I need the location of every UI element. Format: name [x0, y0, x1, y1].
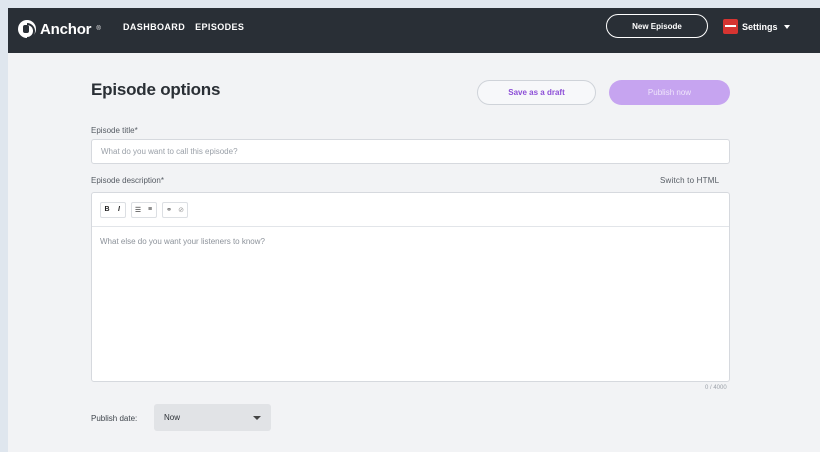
settings-label: Settings: [742, 21, 778, 32]
top-navigation-bar: Anchor ® DASHBOARD EPISODES New Episode …: [8, 8, 820, 53]
nav-dashboard[interactable]: DASHBOARD: [123, 22, 185, 32]
dropdown-arrow-icon: [253, 416, 261, 420]
bullet-list-icon[interactable]: ☰: [132, 203, 144, 217]
nav-episodes[interactable]: EPISODES: [195, 22, 244, 32]
chevron-down-icon: [783, 24, 790, 29]
main-nav: DASHBOARD EPISODES: [123, 22, 244, 32]
logo-text: Anchor: [40, 20, 92, 38]
description-placeholder[interactable]: What else do you want your listeners to …: [92, 227, 729, 256]
page-title: Episode options: [91, 80, 221, 99]
description-editor[interactable]: B I ☰ ≡ ⚭ ⊘ What else do you want your l…: [91, 192, 730, 382]
publish-date-value: Now: [164, 413, 181, 422]
list-group: ☰ ≡: [131, 201, 157, 218]
italic-button[interactable]: I: [113, 203, 125, 217]
switch-to-html-link[interactable]: Switch to HTML: [660, 176, 719, 185]
episode-title-label: Episode title*: [91, 126, 138, 135]
format-group: B I: [100, 201, 126, 218]
link-group: ⚭ ⊘: [162, 201, 188, 218]
numbered-list-icon[interactable]: ≡: [144, 203, 156, 217]
settings-menu[interactable]: Settings: [723, 19, 790, 34]
episode-title-input[interactable]: [91, 139, 730, 164]
anchor-logo-icon: [18, 20, 36, 39]
save-draft-button[interactable]: Save as a draft: [477, 80, 596, 105]
link-icon[interactable]: ⚭: [163, 203, 175, 217]
publish-date-label: Publish date:: [91, 414, 138, 423]
episode-description-label: Episode description*: [91, 176, 164, 185]
app-frame: Anchor ® DASHBOARD EPISODES New Episode …: [8, 8, 820, 452]
anchor-logo[interactable]: Anchor ®: [18, 20, 101, 39]
publish-now-button[interactable]: Publish now: [609, 80, 730, 105]
bold-button[interactable]: B: [101, 203, 113, 217]
character-counter: 0 / 4000: [705, 385, 727, 391]
new-episode-button[interactable]: New Episode: [606, 14, 708, 38]
avatar: [723, 19, 738, 34]
editor-toolbar: B I ☰ ≡ ⚭ ⊘: [92, 193, 729, 227]
logo-registered-mark: ®: [96, 26, 101, 32]
publish-date-select[interactable]: Now: [154, 404, 271, 431]
unlink-icon[interactable]: ⊘: [175, 203, 187, 217]
